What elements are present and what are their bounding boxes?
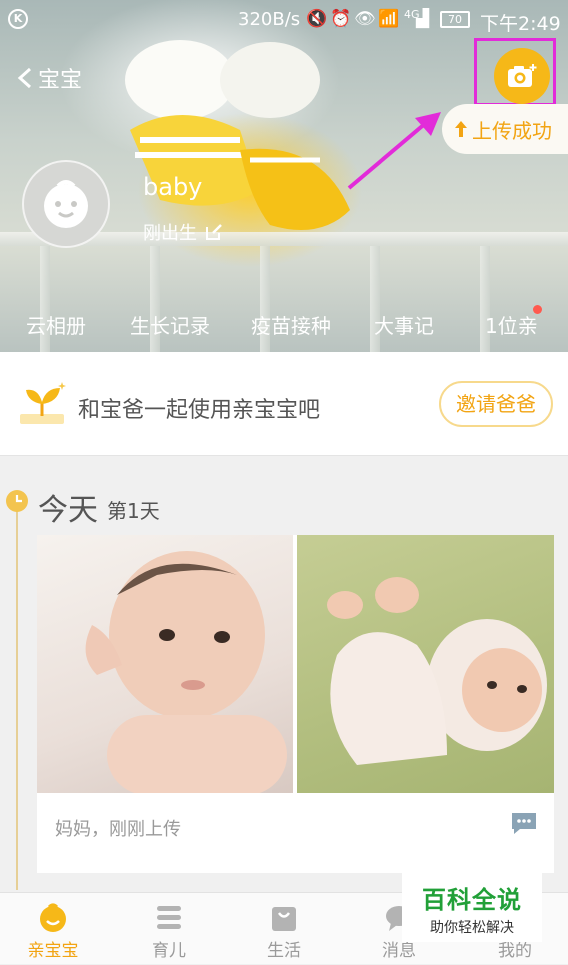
back-button[interactable]: 宝宝 [16,62,82,94]
signal-icon: ▟ [416,9,430,29]
chevron-left-icon [17,67,32,89]
invite-dad-button[interactable]: 邀请爸爸 [439,381,553,427]
tab-cloud-album[interactable]: 云相册 [26,310,86,339]
battery-icon: 70 [440,11,470,28]
watermark-title: 百科全说 [422,886,522,914]
eye-icon: 👁 [354,9,376,29]
invite-banner: 和宝爸一起使用亲宝宝吧 邀请爸爸 [0,352,568,456]
nav-home[interactable]: 亲宝宝 [13,893,93,965]
menu-lines-icon [157,906,181,929]
baby-age[interactable]: 刚出生 [143,219,223,245]
nav-label-home: 亲宝宝 [27,941,79,961]
upload-success-toast: 上传成功 [442,104,568,154]
back-label: 宝宝 [38,68,83,93]
annotation-arrow [347,112,441,190]
wifi-icon: 📶 [378,9,400,29]
alarm-icon: ⏰ [330,9,352,29]
watermark-logo: 百科全说 助你轻松解决 [402,872,542,942]
profile-tabs: 云相册 生长记录 疫苗接种 大事记 1位亲 [0,302,568,342]
clock-time: 下午2:49 [480,13,561,35]
tab-milestones[interactable]: 大事记 [374,310,434,339]
nav-label-parenting: 育儿 [152,941,186,961]
clock-icon [6,490,28,512]
mute-icon: 🔇 [306,9,328,29]
tab-relatives[interactable]: 1位亲 [485,310,538,339]
baby-photo-1[interactable] [37,535,293,793]
camera-plus-icon [508,64,537,87]
edit-icon [206,224,222,240]
camera-upload-button[interactable] [494,48,550,104]
post-caption: 妈妈，刚刚上传 [55,819,181,840]
app-k-icon: K [8,9,28,29]
invite-text: 和宝爸一起使用亲宝宝吧 [78,398,321,423]
comment-icon[interactable] [510,811,538,835]
baby-avatar[interactable] [22,160,110,248]
sprout-icon [20,382,66,424]
notification-dot [533,305,542,314]
nav-label-life: 生活 [267,941,301,961]
upload-toast-text: 上传成功 [472,118,552,143]
baby-face-icon [40,903,66,932]
baby-photo-2-image [327,577,547,765]
day-title: 今天 [38,493,98,528]
baby-face-icon [44,180,88,228]
nav-parenting[interactable]: 育儿 [129,893,209,965]
tab-growth-record[interactable]: 生长记录 [130,310,210,339]
day-count: 第1天 [107,499,160,523]
watermark-subtitle: 助你轻松解决 [430,920,514,936]
baby-photo-2[interactable] [297,535,554,793]
nav-life[interactable]: 生活 [244,893,324,965]
network-speed: 320B/s [238,9,301,30]
baby-photo-1-image [85,551,287,793]
baby-socks-illustration [125,40,350,230]
shopping-bag-icon [272,907,296,931]
baby-name: baby [143,173,203,201]
timeline-line [16,510,18,890]
timeline-post-card[interactable]: 妈妈，刚刚上传 [37,535,554,873]
tab-vaccination[interactable]: 疫苗接种 [251,310,331,339]
status-bar: K 320B/s 🔇 ⏰ 👁 📶 4G ▟ 70 下午2:49 [0,0,568,40]
baby-age-text: 刚出生 [143,223,197,244]
upload-arrow-icon [455,121,467,137]
